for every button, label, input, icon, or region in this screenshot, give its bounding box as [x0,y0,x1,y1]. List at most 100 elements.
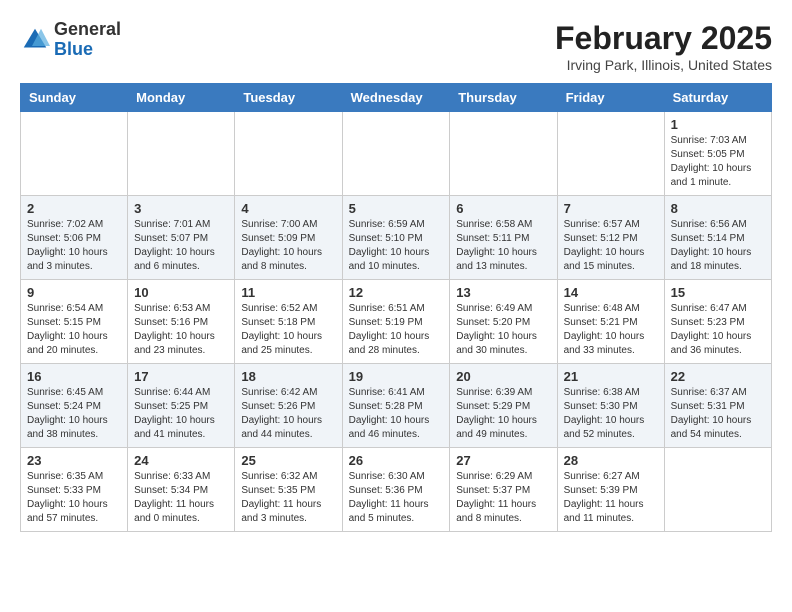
day-info: Sunrise: 6:59 AM Sunset: 5:10 PM Dayligh… [349,218,444,274]
title-block: February 2025 Irving Park, Illinois, Uni… [555,20,772,73]
day-number: 26 [349,453,444,468]
day-info: Sunrise: 6:39 AM Sunset: 5:29 PM Dayligh… [456,386,550,442]
day-info: Sunrise: 6:51 AM Sunset: 5:19 PM Dayligh… [349,302,444,358]
page-header: General Blue February 2025 Irving Park, … [20,20,772,73]
weekday-header: Monday [128,84,235,112]
day-number: 17 [134,369,228,384]
calendar-cell: 6 Sunrise: 6:58 AM Sunset: 5:11 PM Daylig… [450,196,557,280]
calendar-cell: 12 Sunrise: 6:51 AM Sunset: 5:19 PM Dayli… [342,280,450,364]
day-number: 21 [564,369,658,384]
calendar-cell: 2 Sunrise: 7:02 AM Sunset: 5:06 PM Daylig… [21,196,128,280]
weekday-header: Wednesday [342,84,450,112]
calendar-cell: 16Sunrise: 6:45 AM Sunset: 5:24 PM Dayli… [21,364,128,448]
calendar-week-row: 2 Sunrise: 7:02 AM Sunset: 5:06 PM Daylig… [21,196,772,280]
day-number: 8 [671,201,765,216]
day-number: 9 [27,285,121,300]
day-info: Sunrise: 6:49 AM Sunset: 5:20 PM Dayligh… [456,302,550,358]
day-number: 5 [349,201,444,216]
day-info: Sunrise: 6:58 AM Sunset: 5:11 PM Dayligh… [456,218,550,274]
logo-blue: Blue [54,40,121,60]
calendar-week-row: 16Sunrise: 6:45 AM Sunset: 5:24 PM Dayli… [21,364,772,448]
day-info: Sunrise: 7:02 AM Sunset: 5:06 PM Dayligh… [27,218,121,274]
day-info: Sunrise: 6:56 AM Sunset: 5:14 PM Dayligh… [671,218,765,274]
day-info: Sunrise: 6:27 AM Sunset: 5:39 PM Dayligh… [564,470,658,526]
day-info: Sunrise: 6:35 AM Sunset: 5:33 PM Dayligh… [27,470,121,526]
day-number: 16 [27,369,121,384]
day-number: 20 [456,369,550,384]
calendar-cell: 17 Sunrise: 6:44 AM Sunset: 5:25 PM Dayli… [128,364,235,448]
day-info: Sunrise: 6:54 AM Sunset: 5:15 PM Dayligh… [27,302,121,358]
day-number: 13 [456,285,550,300]
calendar-week-row: 9 Sunrise: 6:54 AM Sunset: 5:15 PM Daylig… [21,280,772,364]
day-info: Sunrise: 6:41 AM Sunset: 5:28 PM Dayligh… [349,386,444,442]
calendar-cell [21,112,128,196]
calendar-cell: 5 Sunrise: 6:59 AM Sunset: 5:10 PM Daylig… [342,196,450,280]
calendar-cell: 8 Sunrise: 6:56 AM Sunset: 5:14 PM Daylig… [664,196,771,280]
day-number: 28 [564,453,658,468]
location: Irving Park, Illinois, United States [555,57,772,73]
day-number: 7 [564,201,658,216]
weekday-header: Sunday [21,84,128,112]
calendar-cell: 23 Sunrise: 6:35 AM Sunset: 5:33 PM Dayli… [21,448,128,532]
calendar-cell: 18 Sunrise: 6:42 AM Sunset: 5:26 PM Dayli… [235,364,342,448]
day-info: Sunrise: 6:32 AM Sunset: 5:35 PM Dayligh… [241,470,335,526]
calendar-cell: 7 Sunrise: 6:57 AM Sunset: 5:12 PM Daylig… [557,196,664,280]
calendar-cell: 22 Sunrise: 6:37 AM Sunset: 5:31 PM Dayli… [664,364,771,448]
day-info: Sunrise: 6:52 AM Sunset: 5:18 PM Dayligh… [241,302,335,358]
day-info: Sunrise: 6:38 AM Sunset: 5:30 PM Dayligh… [564,386,658,442]
calendar-cell: 3 Sunrise: 7:01 AM Sunset: 5:07 PM Daylig… [128,196,235,280]
day-number: 2 [27,201,121,216]
day-info: Sunrise: 6:57 AM Sunset: 5:12 PM Dayligh… [564,218,658,274]
day-number: 14 [564,285,658,300]
day-number: 23 [27,453,121,468]
calendar-week-row: 1Sunrise: 7:03 AM Sunset: 5:05 PM Daylig… [21,112,772,196]
calendar-cell [235,112,342,196]
calendar-cell: 19 Sunrise: 6:41 AM Sunset: 5:28 PM Dayli… [342,364,450,448]
day-info: Sunrise: 6:37 AM Sunset: 5:31 PM Dayligh… [671,386,765,442]
calendar-cell [342,112,450,196]
calendar-week-row: 23 Sunrise: 6:35 AM Sunset: 5:33 PM Dayli… [21,448,772,532]
day-info: Sunrise: 6:47 AM Sunset: 5:23 PM Dayligh… [671,302,765,358]
day-info: Sunrise: 6:42 AM Sunset: 5:26 PM Dayligh… [241,386,335,442]
day-info: Sunrise: 7:00 AM Sunset: 5:09 PM Dayligh… [241,218,335,274]
calendar-cell [557,112,664,196]
logo-icon [20,25,50,55]
calendar-cell: 1Sunrise: 7:03 AM Sunset: 5:05 PM Daylig… [664,112,771,196]
month-year: February 2025 [555,20,772,57]
calendar-cell: 11 Sunrise: 6:52 AM Sunset: 5:18 PM Dayli… [235,280,342,364]
calendar-cell [664,448,771,532]
calendar-cell: 4Sunrise: 7:00 AM Sunset: 5:09 PM Daylig… [235,196,342,280]
weekday-header: Thursday [450,84,557,112]
calendar-cell: 14 Sunrise: 6:48 AM Sunset: 5:21 PM Dayli… [557,280,664,364]
day-number: 25 [241,453,335,468]
weekday-header: Saturday [664,84,771,112]
day-number: 6 [456,201,550,216]
day-info: Sunrise: 6:53 AM Sunset: 5:16 PM Dayligh… [134,302,228,358]
day-number: 22 [671,369,765,384]
calendar-cell: 20 Sunrise: 6:39 AM Sunset: 5:29 PM Dayli… [450,364,557,448]
weekday-row: SundayMondayTuesdayWednesdayThursdayFrid… [21,84,772,112]
day-number: 19 [349,369,444,384]
day-number: 15 [671,285,765,300]
day-number: 12 [349,285,444,300]
calendar-cell: 21 Sunrise: 6:38 AM Sunset: 5:30 PM Dayli… [557,364,664,448]
day-number: 18 [241,369,335,384]
day-info: Sunrise: 6:29 AM Sunset: 5:37 PM Dayligh… [456,470,550,526]
calendar-cell: 24Sunrise: 6:33 AM Sunset: 5:34 PM Dayli… [128,448,235,532]
day-info: Sunrise: 7:01 AM Sunset: 5:07 PM Dayligh… [134,218,228,274]
day-number: 27 [456,453,550,468]
logo-general: General [54,20,121,40]
calendar-cell: 27 Sunrise: 6:29 AM Sunset: 5:37 PM Dayli… [450,448,557,532]
day-number: 24 [134,453,228,468]
day-info: Sunrise: 7:03 AM Sunset: 5:05 PM Dayligh… [671,134,765,190]
calendar-cell: 25 Sunrise: 6:32 AM Sunset: 5:35 PM Dayli… [235,448,342,532]
calendar-cell [450,112,557,196]
calendar-body: 1Sunrise: 7:03 AM Sunset: 5:05 PM Daylig… [21,112,772,532]
day-info: Sunrise: 6:30 AM Sunset: 5:36 PM Dayligh… [349,470,444,526]
day-number: 11 [241,285,335,300]
calendar-cell [128,112,235,196]
day-info: Sunrise: 6:48 AM Sunset: 5:21 PM Dayligh… [564,302,658,358]
calendar-header: SundayMondayTuesdayWednesdayThursdayFrid… [21,84,772,112]
day-info: Sunrise: 6:44 AM Sunset: 5:25 PM Dayligh… [134,386,228,442]
day-number: 3 [134,201,228,216]
